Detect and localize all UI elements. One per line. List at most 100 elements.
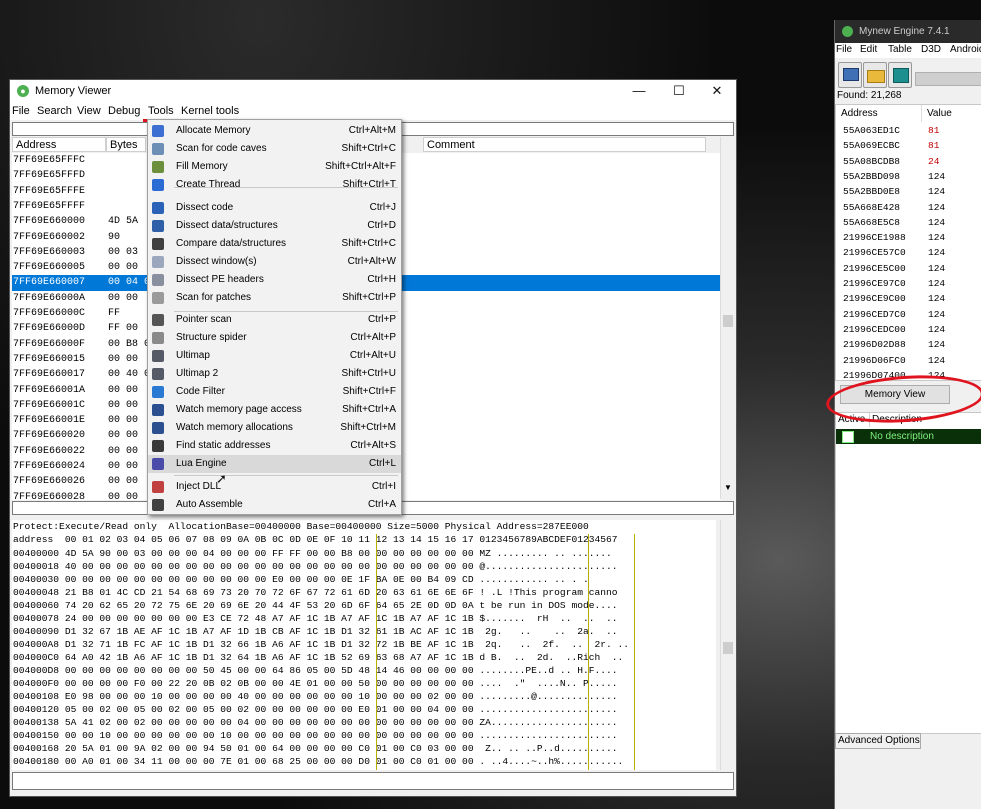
menu-item-dissect-window-s-[interactable]: Dissect window(s) Ctrl+Alt+W — [148, 253, 401, 271]
menu-item-watch-memory-allocations[interactable]: Watch memory allocations Shift+Ctrl+M — [148, 419, 401, 437]
hex-line[interactable]: 00400078 24 00 00 00 00 00 00 00 E3 CE 7… — [13, 612, 618, 625]
hex-view[interactable]: Protect:Execute/Read only AllocationBase… — [12, 520, 716, 770]
menu-item-dissect-data-structures[interactable]: Dissect data/structures Ctrl+D — [148, 217, 401, 235]
row-address: 7FF69E660007 — [13, 277, 86, 289]
menu-item-find-static-addresses[interactable]: Find static addresses Ctrl+Alt+S — [148, 437, 401, 455]
list-item[interactable]: 21996D06FC0 124 — [836, 353, 981, 368]
hex-line[interactable]: 004000C0 64 A0 42 1B A6 AF 1C 1B D1 32 6… — [13, 651, 623, 664]
hex-line[interactable]: 00400090 D1 32 67 1B AE AF 1C 1B A7 AF 1… — [13, 625, 618, 638]
hex-line[interactable]: 00400030 00 00 00 00 00 00 00 00 00 00 0… — [13, 573, 589, 586]
scrollbar-thumb[interactable] — [723, 315, 733, 327]
hex-line[interactable]: 00400120 05 00 02 00 05 00 02 00 05 00 0… — [13, 703, 618, 716]
menu-item-allocate-memory[interactable]: Allocate Memory Ctrl+Alt+M — [148, 122, 401, 140]
hex-line[interactable]: 00400168 20 5A 01 00 9A 02 00 00 94 50 0… — [13, 742, 618, 755]
list-item[interactable]: 21996CED7C0 124 — [836, 307, 981, 322]
hex-line[interactable]: 00400060 74 20 62 65 20 72 75 6E 20 69 6… — [13, 599, 618, 612]
column-separator — [588, 534, 589, 770]
list-item[interactable]: 55A063ED1C 81 — [836, 123, 981, 138]
list-item[interactable]: 55A2BBD0E8 124 — [836, 184, 981, 199]
list-item[interactable]: 55A2BBD098 124 — [836, 169, 981, 184]
row-address: 7FF69E66001E — [13, 415, 86, 427]
list-item[interactable]: 21996D02D88 124 — [836, 337, 981, 352]
menu-item-ultimap-2[interactable]: Ultimap 2 Shift+Ctrl+U — [148, 365, 401, 383]
column-header-address[interactable]: Address — [836, 105, 922, 122]
column-header-value[interactable]: Value — [922, 105, 981, 122]
hex-line[interactable]: 004000A8 D1 32 71 1B FC AF 1C 1B D1 32 6… — [13, 638, 629, 651]
hex-line[interactable]: 004000F0 00 00 00 00 F0 00 22 20 0B 02 0… — [13, 677, 618, 690]
result-value: 124 — [928, 216, 946, 228]
close-button[interactable]: ✕ — [702, 82, 732, 100]
menu-edit[interactable]: Edit — [860, 44, 877, 55]
menu-table[interactable]: Table — [888, 44, 912, 55]
hex-line[interactable]: 004000D8 00 00 00 00 00 00 00 00 50 45 0… — [13, 664, 618, 677]
select-process-button[interactable] — [838, 62, 862, 88]
menu-android[interactable]: Android — [950, 44, 981, 55]
column-header-bytes[interactable]: Bytes — [106, 137, 146, 152]
scrollbar-thumb[interactable] — [723, 642, 733, 654]
menu-item-watch-memory-page-access[interactable]: Watch memory page access Shift+Ctrl+A — [148, 401, 401, 419]
menu-item-ultimap[interactable]: Ultimap Ctrl+Alt+U — [148, 347, 401, 365]
row-address: 7FF69E660020 — [13, 430, 86, 442]
cheat-table[interactable]: Active Description No description — [835, 412, 981, 734]
menu-item-scan-for-patches[interactable]: Scan for patches Shift+Ctrl+P — [148, 289, 401, 307]
column-header-address[interactable]: Address — [12, 137, 106, 152]
minimize-button[interactable]: — — [624, 82, 654, 100]
menu-item-fill-memory[interactable]: Fill Memory Shift+Ctrl+Alt+F — [148, 158, 401, 176]
list-item[interactable]: 55A668E428 124 — [836, 200, 981, 215]
active-checkbox[interactable] — [842, 431, 854, 443]
menu-item-label: Pointer scan — [176, 314, 232, 325]
maximize-button[interactable]: ☐ — [664, 82, 694, 100]
open-file-button[interactable] — [863, 62, 887, 88]
row-address: 7FF69E66001C — [13, 399, 86, 411]
result-address: 21996D02D88 — [843, 339, 906, 351]
menu-tools[interactable]: Tools — [148, 105, 174, 117]
menu-item-compare-data-structures[interactable]: Compare data/structures Shift+Ctrl+C — [148, 235, 401, 253]
hex-line[interactable]: 00400150 00 00 10 00 00 00 00 00 00 10 0… — [13, 729, 618, 742]
menu-item-inject-dll[interactable]: Inject DLL Ctrl+I — [148, 478, 401, 496]
menu-file[interactable]: File — [12, 105, 30, 117]
menu-item-code-filter[interactable]: Code Filter Shift+Ctrl+F — [148, 383, 401, 401]
list-item[interactable]: 21996CE5C00 124 — [836, 261, 981, 276]
list-item[interactable]: 21996CE97C0 124 — [836, 276, 981, 291]
menu-item-scan-for-code-caves[interactable]: Scan for code caves Shift+Ctrl+C — [148, 140, 401, 158]
list-item[interactable]: 21996CEDC00 124 — [836, 322, 981, 337]
hex-line[interactable]: 00400000 4D 5A 90 00 03 00 00 00 04 00 0… — [13, 547, 612, 560]
menu-item-lua-engine[interactable]: Lua Engine Ctrl+L — [148, 455, 401, 473]
menu-d3d[interactable]: D3D — [921, 44, 941, 55]
scan-results-list[interactable]: Address Value 55A063ED1C 81 55A069ECBC 81 55… — [835, 104, 981, 381]
menu-search[interactable]: Search — [37, 105, 72, 117]
list-item[interactable]: 21996CE57C0 124 — [836, 245, 981, 260]
menu-item-dissect-pe-headers[interactable]: Dissect PE headers Ctrl+H — [148, 271, 401, 289]
hex-line[interactable]: 00400198 00 00 00 00 00 00 00 00 00 00 0… — [13, 768, 618, 770]
disassembly-scrollbar[interactable]: ▼ — [720, 137, 735, 499]
horizontal-scrollbar[interactable] — [12, 772, 734, 790]
menu-view[interactable]: View — [77, 105, 101, 117]
list-item[interactable]: 21996CE1988 124 — [836, 230, 981, 245]
list-item[interactable]: 55A069ECBC 81 — [836, 138, 981, 153]
menu-item-shortcut: Shift+Ctrl+Alt+F — [325, 161, 396, 172]
menu-debug[interactable]: Debug — [108, 105, 140, 117]
hex-line[interactable]: 00400180 00 A0 01 00 34 11 00 00 00 7E 0… — [13, 755, 623, 768]
hex-line[interactable]: 00400048 21 B8 01 4C CD 21 54 68 69 73 2… — [13, 586, 618, 599]
hex-line[interactable]: 00400108 E0 98 00 00 00 10 00 00 00 00 4… — [13, 690, 618, 703]
menu-kernel-tools[interactable]: Kernel tools — [181, 105, 239, 117]
row-bytes: 00 00 — [108, 461, 139, 472]
menu-item-structure-spider[interactable]: Structure spider Ctrl+Alt+P — [148, 329, 401, 347]
hex-line[interactable]: 00400018 40 00 00 00 00 00 00 00 00 00 0… — [13, 560, 618, 573]
column-header-comment[interactable]: Comment — [423, 137, 706, 152]
advanced-options-button[interactable]: Advanced Options — [835, 733, 921, 749]
menu-file[interactable]: File — [836, 44, 852, 55]
save-button[interactable] — [888, 62, 912, 88]
menu-item-pointer-scan[interactable]: Pointer scan Ctrl+P — [148, 311, 401, 329]
menu-item-dissect-code[interactable]: Dissect code Ctrl+J — [148, 199, 401, 217]
list-item[interactable]: 55A08BCDB8 24 — [836, 154, 981, 169]
list-item[interactable]: 21996CE9C00 124 — [836, 291, 981, 306]
hex-line[interactable]: 00400138 5A 41 02 00 02 00 00 00 00 00 0… — [13, 716, 618, 729]
table-row[interactable]: No description — [836, 429, 981, 444]
menu-item-label: Dissect code — [176, 202, 234, 213]
scroll-down-icon[interactable]: ▼ — [724, 483, 732, 492]
hex-scrollbar[interactable] — [720, 520, 735, 770]
menu-item-create-thread[interactable]: Create Thread Shift+Ctrl+T — [148, 176, 401, 194]
list-item[interactable]: 55A668E5C8 124 — [836, 215, 981, 230]
menu-item-auto-assemble[interactable]: Auto Assemble Ctrl+A — [148, 496, 401, 514]
